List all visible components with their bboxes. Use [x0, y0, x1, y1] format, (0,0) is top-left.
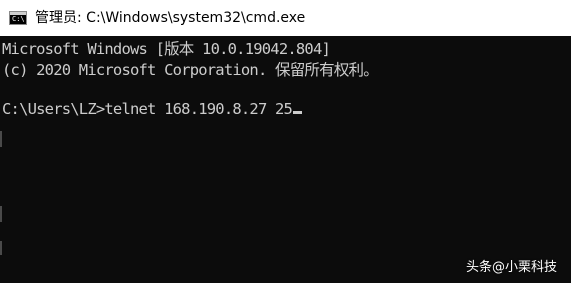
title-bar[interactable]: C:\ 管理员: C:\Windows\system32\cmd.exe	[0, 0, 571, 36]
left-edge-mark	[0, 131, 2, 147]
terminal-area[interactable]: Microsoft Windows [版本 10.0.19042.804] (c…	[0, 36, 571, 283]
window-title: 管理员: C:\Windows\system32\cmd.exe	[35, 10, 306, 26]
terminal-line-command: C:\Users\LZ>telnet 168.190.8.27 25	[2, 99, 303, 119]
watermark-source: 头条	[465, 260, 492, 275]
left-edge-mark	[0, 241, 2, 255]
cmd-window: C:\ 管理员: C:\Windows\system32\cmd.exe Mic…	[0, 0, 571, 283]
cmd-icon-prompt: C:\	[12, 15, 25, 23]
left-edge-mark	[0, 206, 2, 222]
command-text: C:\Users\LZ>telnet 168.190.8.27 25	[2, 100, 293, 118]
cmd-icon[interactable]: C:\	[9, 11, 27, 25]
terminal-line-copyright: (c) 2020 Microsoft Corporation. 保留所有权利。	[2, 61, 379, 79]
watermark-author: 小栗科技	[504, 260, 557, 275]
terminal-line-version: Microsoft Windows [版本 10.0.19042.804]	[2, 40, 331, 58]
text-cursor	[293, 111, 303, 114]
watermark-separator: @	[491, 260, 505, 275]
watermark: 头条@小栗科技	[466, 260, 557, 276]
